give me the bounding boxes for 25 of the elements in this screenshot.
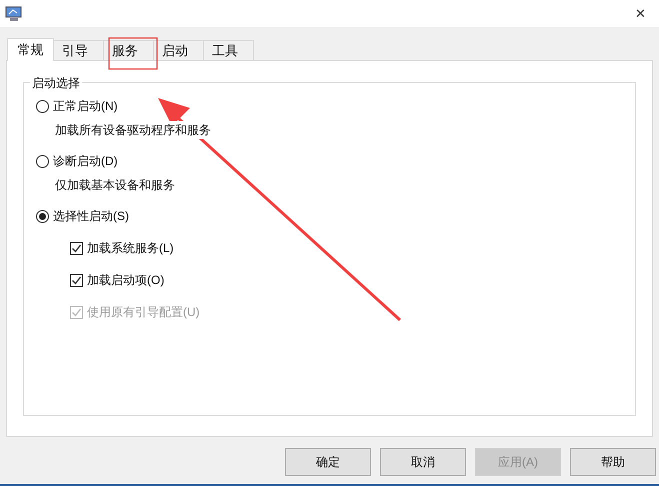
option-label: 诊断启动(D) bbox=[53, 153, 118, 170]
computer-icon bbox=[5, 6, 23, 22]
checkbox-label: 使用原有引导配置(U) bbox=[87, 304, 200, 321]
tab[interactable]: 工具 bbox=[204, 40, 254, 60]
close-button[interactable]: ✕ bbox=[627, 4, 654, 24]
group-title: 启动选择 bbox=[30, 74, 82, 92]
dialog-button[interactable]: 帮助 bbox=[570, 448, 656, 476]
tab[interactable]: 常规 bbox=[7, 38, 54, 61]
option-label: 正常启动(N) bbox=[53, 98, 118, 115]
checkbox-label: 加载启动项(O) bbox=[87, 272, 164, 289]
highlight-frame bbox=[108, 37, 158, 70]
tab[interactable]: 启动 bbox=[154, 40, 204, 60]
radio-button[interactable] bbox=[36, 100, 49, 112]
dialog-button[interactable]: 确定 bbox=[285, 448, 371, 476]
tab[interactable]: 引导 bbox=[54, 40, 104, 60]
radio-button[interactable] bbox=[36, 154, 49, 168]
option-description: 仅加载基本设备和服务 bbox=[55, 176, 175, 194]
checkbox[interactable] bbox=[70, 242, 83, 254]
dialog-button[interactable]: 取消 bbox=[380, 448, 466, 476]
option-label: 选择性启动(S) bbox=[53, 208, 129, 225]
option-description: 加载所有设备驱动程序和服务 bbox=[55, 121, 211, 139]
tab[interactable]: 服务 bbox=[104, 40, 154, 60]
checkbox[interactable] bbox=[70, 274, 83, 286]
radio-button[interactable] bbox=[36, 210, 49, 222]
checkbox-label: 加载系统服务(L) bbox=[87, 240, 174, 257]
